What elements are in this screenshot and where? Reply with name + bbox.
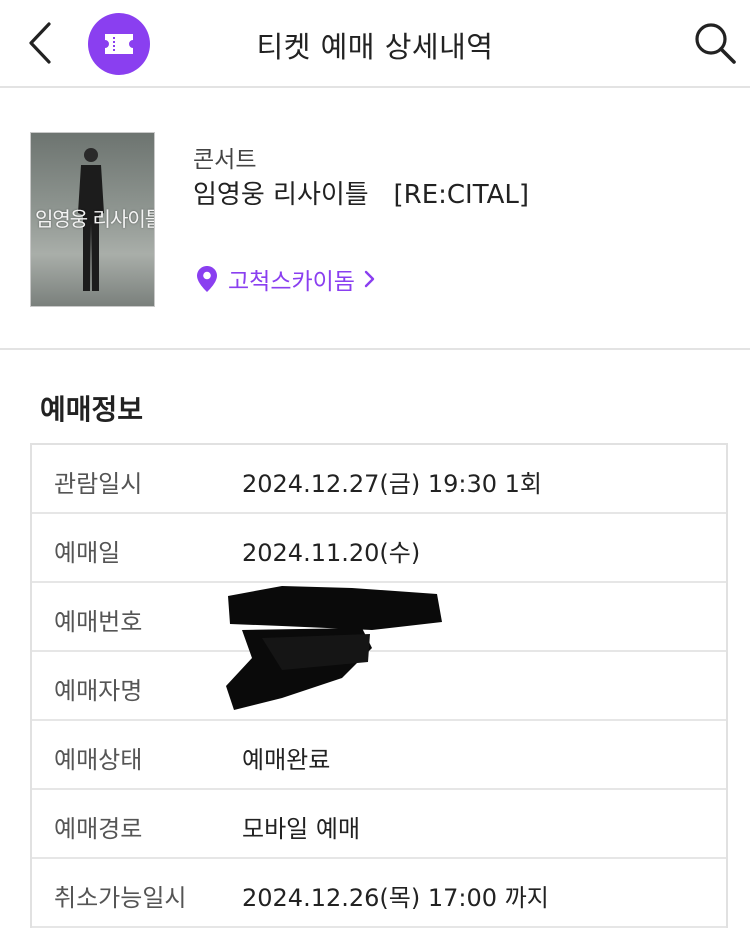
- table-row: 예매일 2024.11.20(수): [32, 514, 726, 583]
- table-row: 취소가능일시 2024.12.26(목) 17:00 까지: [32, 859, 726, 928]
- row-value: 모바일 예매: [242, 815, 361, 843]
- search-icon: [695, 23, 736, 64]
- chevron-right-icon: [364, 270, 375, 288]
- event-summary: 임영웅 리사이틀 콘서트 임영웅 리사이틀 [RE:CITAL] 고척스카이돔: [0, 90, 750, 350]
- poster-title: 임영웅 리사이틀: [35, 207, 155, 231]
- table-row: 관람일시 2024.12.27(금) 19:30 1회: [32, 445, 726, 514]
- row-value: 2024.11.20(수): [242, 539, 421, 567]
- page-title: 티켓 예매 상세내역: [256, 30, 494, 64]
- location-pin-icon: [197, 266, 217, 292]
- row-label: 예매자명: [54, 677, 143, 705]
- row-label: 예매번호: [54, 608, 143, 636]
- row-label: 예매경로: [54, 815, 143, 843]
- event-category: 콘서트: [193, 147, 257, 173]
- event-title: 임영웅 리사이틀 [RE:CITAL]: [193, 180, 529, 210]
- venue-link[interactable]: 고척스카이돔: [196, 262, 375, 296]
- row-label: 예매일: [54, 539, 121, 567]
- row-label: 관람일시: [54, 470, 143, 498]
- event-poster[interactable]: 임영웅 리사이틀: [30, 132, 155, 307]
- redaction-scribble: [226, 586, 442, 710]
- row-label: 취소가능일시: [54, 884, 187, 912]
- row-value: 예매완료: [242, 746, 331, 774]
- row-value: 2024.12.26(목) 17:00 까지: [242, 884, 549, 912]
- row-value: 2024.12.27(금) 19:30 1회: [242, 470, 542, 498]
- app-header: 티켓 예매 상세내역: [0, 0, 750, 88]
- row-label: 예매상태: [54, 746, 143, 774]
- table-row: 예매경로 모바일 예매: [32, 790, 726, 859]
- venue-name: 고척스카이돔: [228, 269, 355, 295]
- booking-info-heading: 예매정보: [40, 393, 144, 426]
- table-row: 예매상태 예매완료: [32, 721, 726, 790]
- search-button[interactable]: [688, 16, 742, 70]
